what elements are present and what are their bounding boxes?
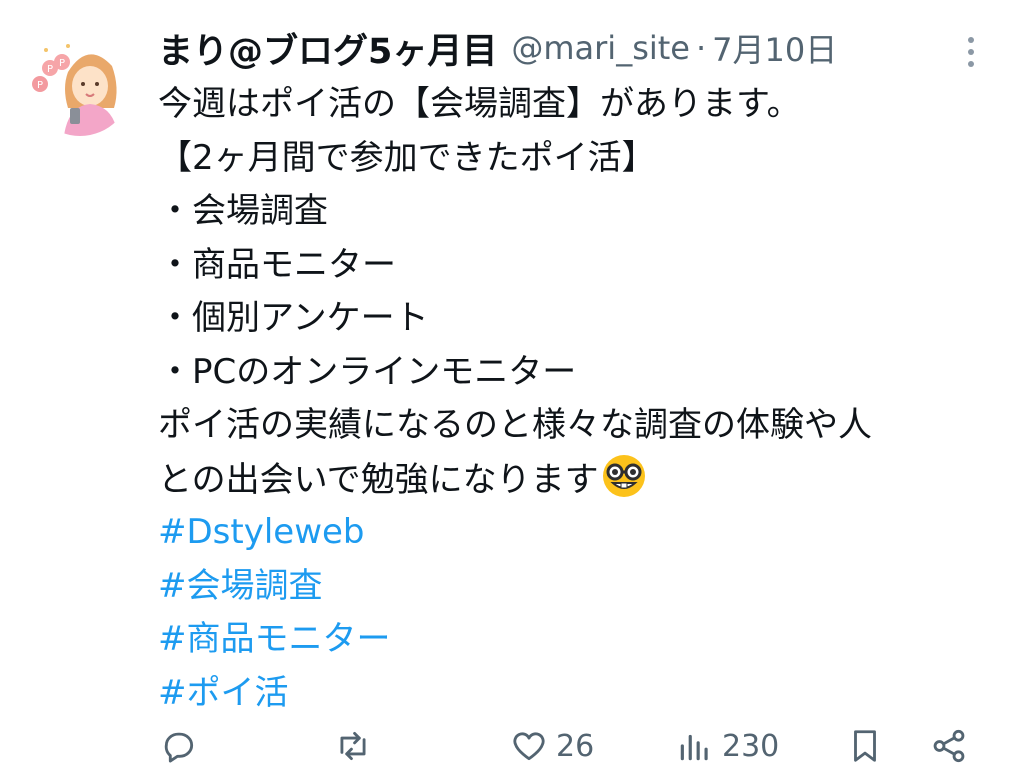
tweet-text: との出会いで勉強になります (158, 459, 599, 500)
like-count: 26 (556, 728, 595, 764)
avatar-illustration: P P P (32, 44, 118, 136)
retweet-button[interactable] (334, 718, 372, 774)
retweet-icon (340, 731, 366, 761)
author-handle[interactable]: @mari_site (511, 29, 690, 67)
tweet-text-line: ・商品モニター (158, 244, 396, 285)
reply-icon (164, 732, 194, 763)
tweet-text-line: 【2ヶ月間で参加できたポイ活】 (158, 137, 656, 178)
heart-icon (513, 732, 545, 761)
tweet-text-line: 今週はポイ活の【会場調査】があります。 (158, 84, 801, 124)
views-icon (680, 734, 708, 761)
views-count: 230 (722, 728, 780, 764)
more-dot (968, 37, 974, 43)
tweet-action-bar: 26 230 (0, 718, 1024, 774)
hashtag-link[interactable]: #会場調査 (158, 560, 1008, 614)
tweet-date[interactable]: 7月10日 (712, 25, 837, 71)
bookmark-button[interactable] (846, 718, 884, 774)
tweet-text-line: ・会場調査 (158, 191, 328, 231)
author-name[interactable]: まり@ブログ5ヶ月目 (158, 23, 497, 74)
more-options-button[interactable] (956, 34, 986, 70)
more-dot (968, 61, 974, 67)
svg-text:P: P (37, 80, 43, 91)
views-button[interactable]: 230 (676, 718, 779, 774)
hashtag-link[interactable]: #Dstyleweb (158, 506, 1008, 560)
tweet-text-line: ・個別アンケート (158, 298, 429, 338)
tweet-text-line: ・PCのオンラインモニター (158, 351, 577, 392)
share-icon (933, 729, 965, 763)
reply-button[interactable] (160, 718, 198, 774)
tweet-header: まり@ブログ5ヶ月目 @mari_site · 7月10日 (158, 22, 837, 74)
tweet-text-line: ポイ活の実績になるのと様々な調査の体験や人 (158, 405, 872, 445)
like-button[interactable]: 26 (510, 718, 594, 774)
nerd-face-emoji (601, 453, 647, 499)
share-button[interactable] (930, 718, 968, 774)
tweet-body: 今週はポイ活の【会場調査】があります。 【2ヶ月間で参加できたポイ活】 ・会場調… (158, 78, 1008, 720)
more-dot (968, 49, 974, 55)
hashtag-link[interactable]: #商品モニター (158, 613, 1008, 667)
bookmark-icon (854, 730, 876, 762)
tweet-text-line-with-emoji: との出会いで勉強になります (158, 453, 1008, 507)
avatar[interactable]: P P P (28, 32, 132, 136)
svg-text:P: P (59, 58, 65, 69)
hashtag-link[interactable]: #ポイ活 (158, 667, 1008, 721)
separator-dot: · (695, 29, 707, 67)
svg-text:P: P (47, 64, 53, 75)
